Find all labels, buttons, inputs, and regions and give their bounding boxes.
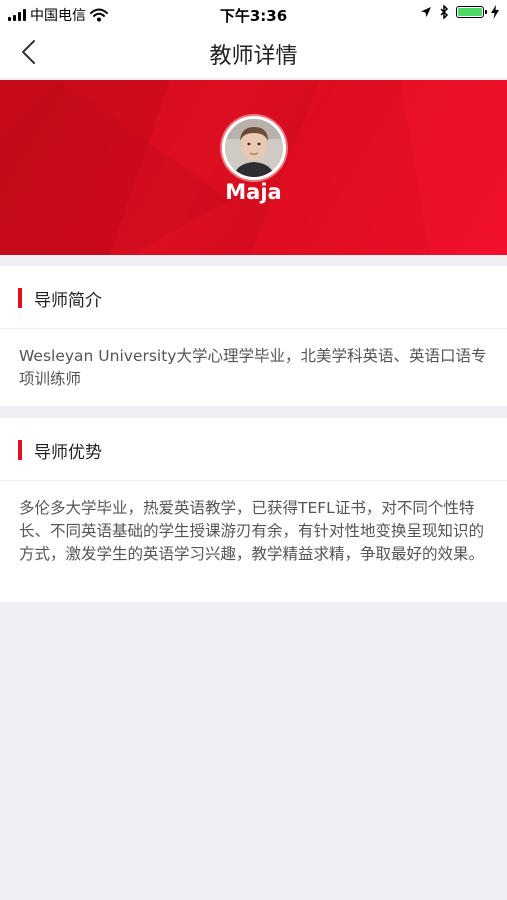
chevron-left-icon [22, 40, 35, 64]
bluetooth-icon [440, 5, 449, 19]
section-divider [0, 480, 507, 481]
intro-text: Wesleyan University大学心理学毕业，北美学科英语、英语口语专项… [19, 347, 487, 388]
advantages-text: 多伦多大学毕业，热爱英语教学，已获得TEFL证书，对不同个性特长、不同英语基础的… [19, 499, 485, 563]
section-header: 导师优势 [0, 418, 507, 480]
section-divider [0, 328, 507, 329]
advantages-section: 导师优势 多伦多大学毕业，热爱英语教学，已获得TEFL证书，对不同个性特长、不同… [0, 418, 507, 602]
avatar [222, 116, 286, 180]
section-marker [18, 440, 22, 460]
back-button[interactable] [14, 38, 44, 68]
page-title: 教师详情 [209, 44, 298, 69]
navigation-bar: 教师详情 [0, 28, 507, 78]
location-icon [421, 7, 431, 17]
profile-banner: Maja [0, 80, 507, 255]
section-title-intro: 导师简介 [34, 291, 102, 311]
section-title-advantages: 导师优势 [34, 443, 102, 463]
battery-icon [456, 6, 487, 18]
status-bar: 中国电信 下午3:36 [0, 0, 507, 28]
teacher-name: Maja [225, 180, 282, 204]
charging-icon [491, 5, 499, 19]
status-right [420, 5, 499, 19]
section-marker [18, 288, 22, 308]
section-header: 导师简介 [0, 266, 507, 328]
intro-section: 导师简介 Wesleyan University大学心理学毕业，北美学科英语、英… [0, 266, 507, 406]
battery-level [458, 8, 482, 16]
teacher-photo [225, 119, 283, 177]
